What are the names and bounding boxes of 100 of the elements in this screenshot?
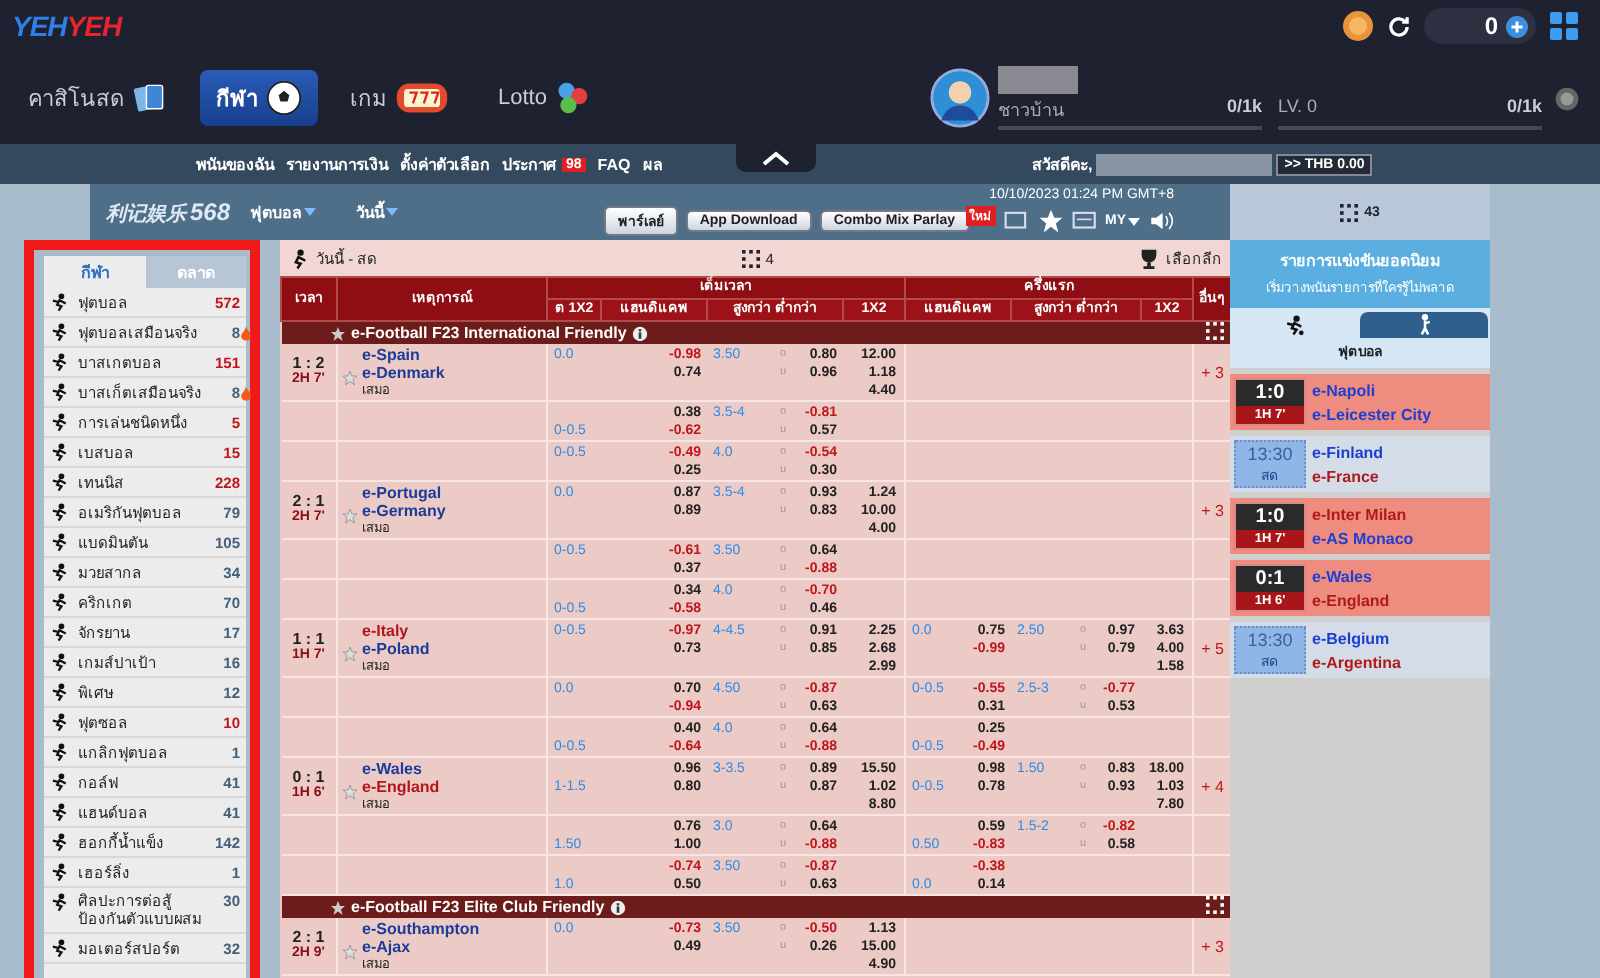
grid-icon[interactable] (741, 249, 760, 267)
display-icon[interactable] (1003, 208, 1029, 234)
team-name: e-Inter Milan (1312, 505, 1409, 523)
apps-grid-icon[interactable] (1548, 10, 1580, 42)
avatar-icon[interactable] (930, 68, 990, 128)
sport-icon (50, 352, 70, 372)
sport-icon (50, 742, 70, 762)
team-name: e-Southampton (362, 920, 480, 938)
menu-link[interactable]: ผล (642, 151, 663, 177)
more-bets-link[interactable]: + 3 (1201, 938, 1224, 956)
team-name: e-Leicester City (1312, 405, 1432, 423)
sport-icon (50, 322, 70, 342)
more-bets-link[interactable]: + 4 (1201, 778, 1224, 796)
slot-machine-icon (394, 80, 450, 116)
favorite-star-icon[interactable] (342, 369, 358, 385)
sportsbook-logo[interactable]: 利记娱乐 568 (106, 197, 250, 227)
sport-tab[interactable] (1360, 312, 1488, 338)
level-label: LV. 0 (1278, 96, 1318, 120)
menu-link[interactable]: รายงานการเงิน (286, 151, 388, 177)
menu-link[interactable]: พนันของฉัน (196, 151, 274, 177)
team-name: e-Wales (1312, 567, 1374, 585)
sport-dropdown[interactable]: ฟุตบอล (250, 199, 316, 225)
team-name: e-England (1312, 591, 1390, 609)
sport-icon (50, 562, 70, 582)
sport-icon (50, 892, 70, 912)
sport-icon (50, 712, 70, 732)
team-name: e-AS Monaco (1312, 529, 1414, 547)
team-name: e-Italy (362, 622, 411, 640)
menu-link[interactable]: FAQ (597, 155, 631, 173)
collapse-button[interactable] (736, 144, 816, 172)
chevron-up-icon (762, 150, 790, 166)
team-name: e-Poland (362, 640, 430, 658)
more-bets-link[interactable]: + 5 (1201, 640, 1224, 658)
sport-icon (50, 802, 70, 822)
plus-icon[interactable] (1506, 15, 1528, 37)
nav-tab[interactable]: Lotto (482, 70, 607, 126)
xp-reading: 0/1k (1226, 96, 1262, 120)
caret-icon (386, 208, 398, 216)
nav-tab[interactable]: เกม (334, 70, 466, 126)
user-rank: ชาวบ้าน (998, 98, 1064, 124)
speaker-icon[interactable] (1148, 208, 1174, 234)
match-score: 2 : 1 (290, 928, 327, 946)
medal-icon (1554, 85, 1580, 111)
sport-icon (50, 292, 70, 312)
level-reading: 0/1k (1506, 96, 1542, 120)
team-name: e-Napoli (1312, 381, 1378, 399)
caret-icon (1128, 217, 1140, 225)
match-score: 1 : 2 (290, 354, 327, 372)
info-icon[interactable] (610, 899, 627, 915)
sport-icon (50, 832, 70, 852)
team-name: e-Belgium (1312, 629, 1392, 647)
menu-link[interactable]: ตั้งค่าตัวเลือก (400, 151, 490, 177)
match-score: 1 : 1 (290, 630, 327, 648)
team-name: e-England (362, 778, 440, 796)
nav-tab[interactable]: คาสิโนสด (12, 70, 184, 126)
menu-link[interactable]: ประกาศ (502, 151, 556, 177)
sport-icon (50, 772, 70, 792)
grid-icon[interactable] (1205, 322, 1224, 340)
sport-icon (50, 532, 70, 552)
team-name: e-Germany (362, 502, 446, 520)
star-icon[interactable] (329, 325, 345, 341)
team-name: e-Denmark (362, 364, 445, 382)
team-name: e-Argentina (1312, 653, 1401, 671)
match-score: 2 : 1 (290, 492, 327, 510)
sport-icon (50, 592, 70, 612)
team-name: e-France (1312, 467, 1381, 485)
team-name: e-Portugal (362, 484, 444, 502)
more-bets-link[interactable]: + 3 (1201, 364, 1224, 382)
match-score: 0 : 1 (290, 768, 327, 786)
favorite-star-icon[interactable] (342, 783, 358, 799)
favorite-star-icon[interactable] (342, 943, 358, 959)
sport-icon (50, 382, 70, 402)
grid-icon[interactable] (1340, 203, 1359, 221)
favorite-star-icon[interactable] (342, 507, 358, 523)
list-icon[interactable] (1071, 208, 1097, 234)
caret-icon (304, 208, 316, 216)
star-icon[interactable] (329, 899, 345, 915)
nav-tab[interactable]: กีฬา (200, 70, 318, 126)
info-icon[interactable] (632, 325, 649, 341)
refresh-icon[interactable] (1386, 13, 1413, 39)
player-icon (288, 247, 310, 269)
sport-icon (50, 938, 70, 958)
balance-amount: 0 (1484, 12, 1498, 40)
day-dropdown[interactable]: วันนี้ (356, 199, 398, 225)
more-bets-link[interactable]: + 3 (1201, 502, 1224, 520)
team-name: e-Ajax (362, 938, 413, 956)
star-icon[interactable] (1037, 208, 1063, 234)
site-logo[interactable]: YEHYEH (12, 10, 122, 42)
soccer-ball-icon (266, 80, 302, 116)
team-name: e-Wales (362, 760, 424, 778)
sport-icon (50, 862, 70, 882)
sport-icon (50, 622, 70, 642)
coin-icon (1342, 10, 1375, 42)
banner-title: รายการแข่งขันยอดนิยม (1278, 250, 1442, 274)
sport-icon (50, 472, 70, 492)
team-name: e-Spain (362, 346, 422, 364)
sport-icon (50, 442, 70, 462)
sport-icon (50, 682, 70, 702)
favorite-star-icon[interactable] (342, 645, 358, 661)
grid-icon[interactable] (1205, 896, 1224, 914)
